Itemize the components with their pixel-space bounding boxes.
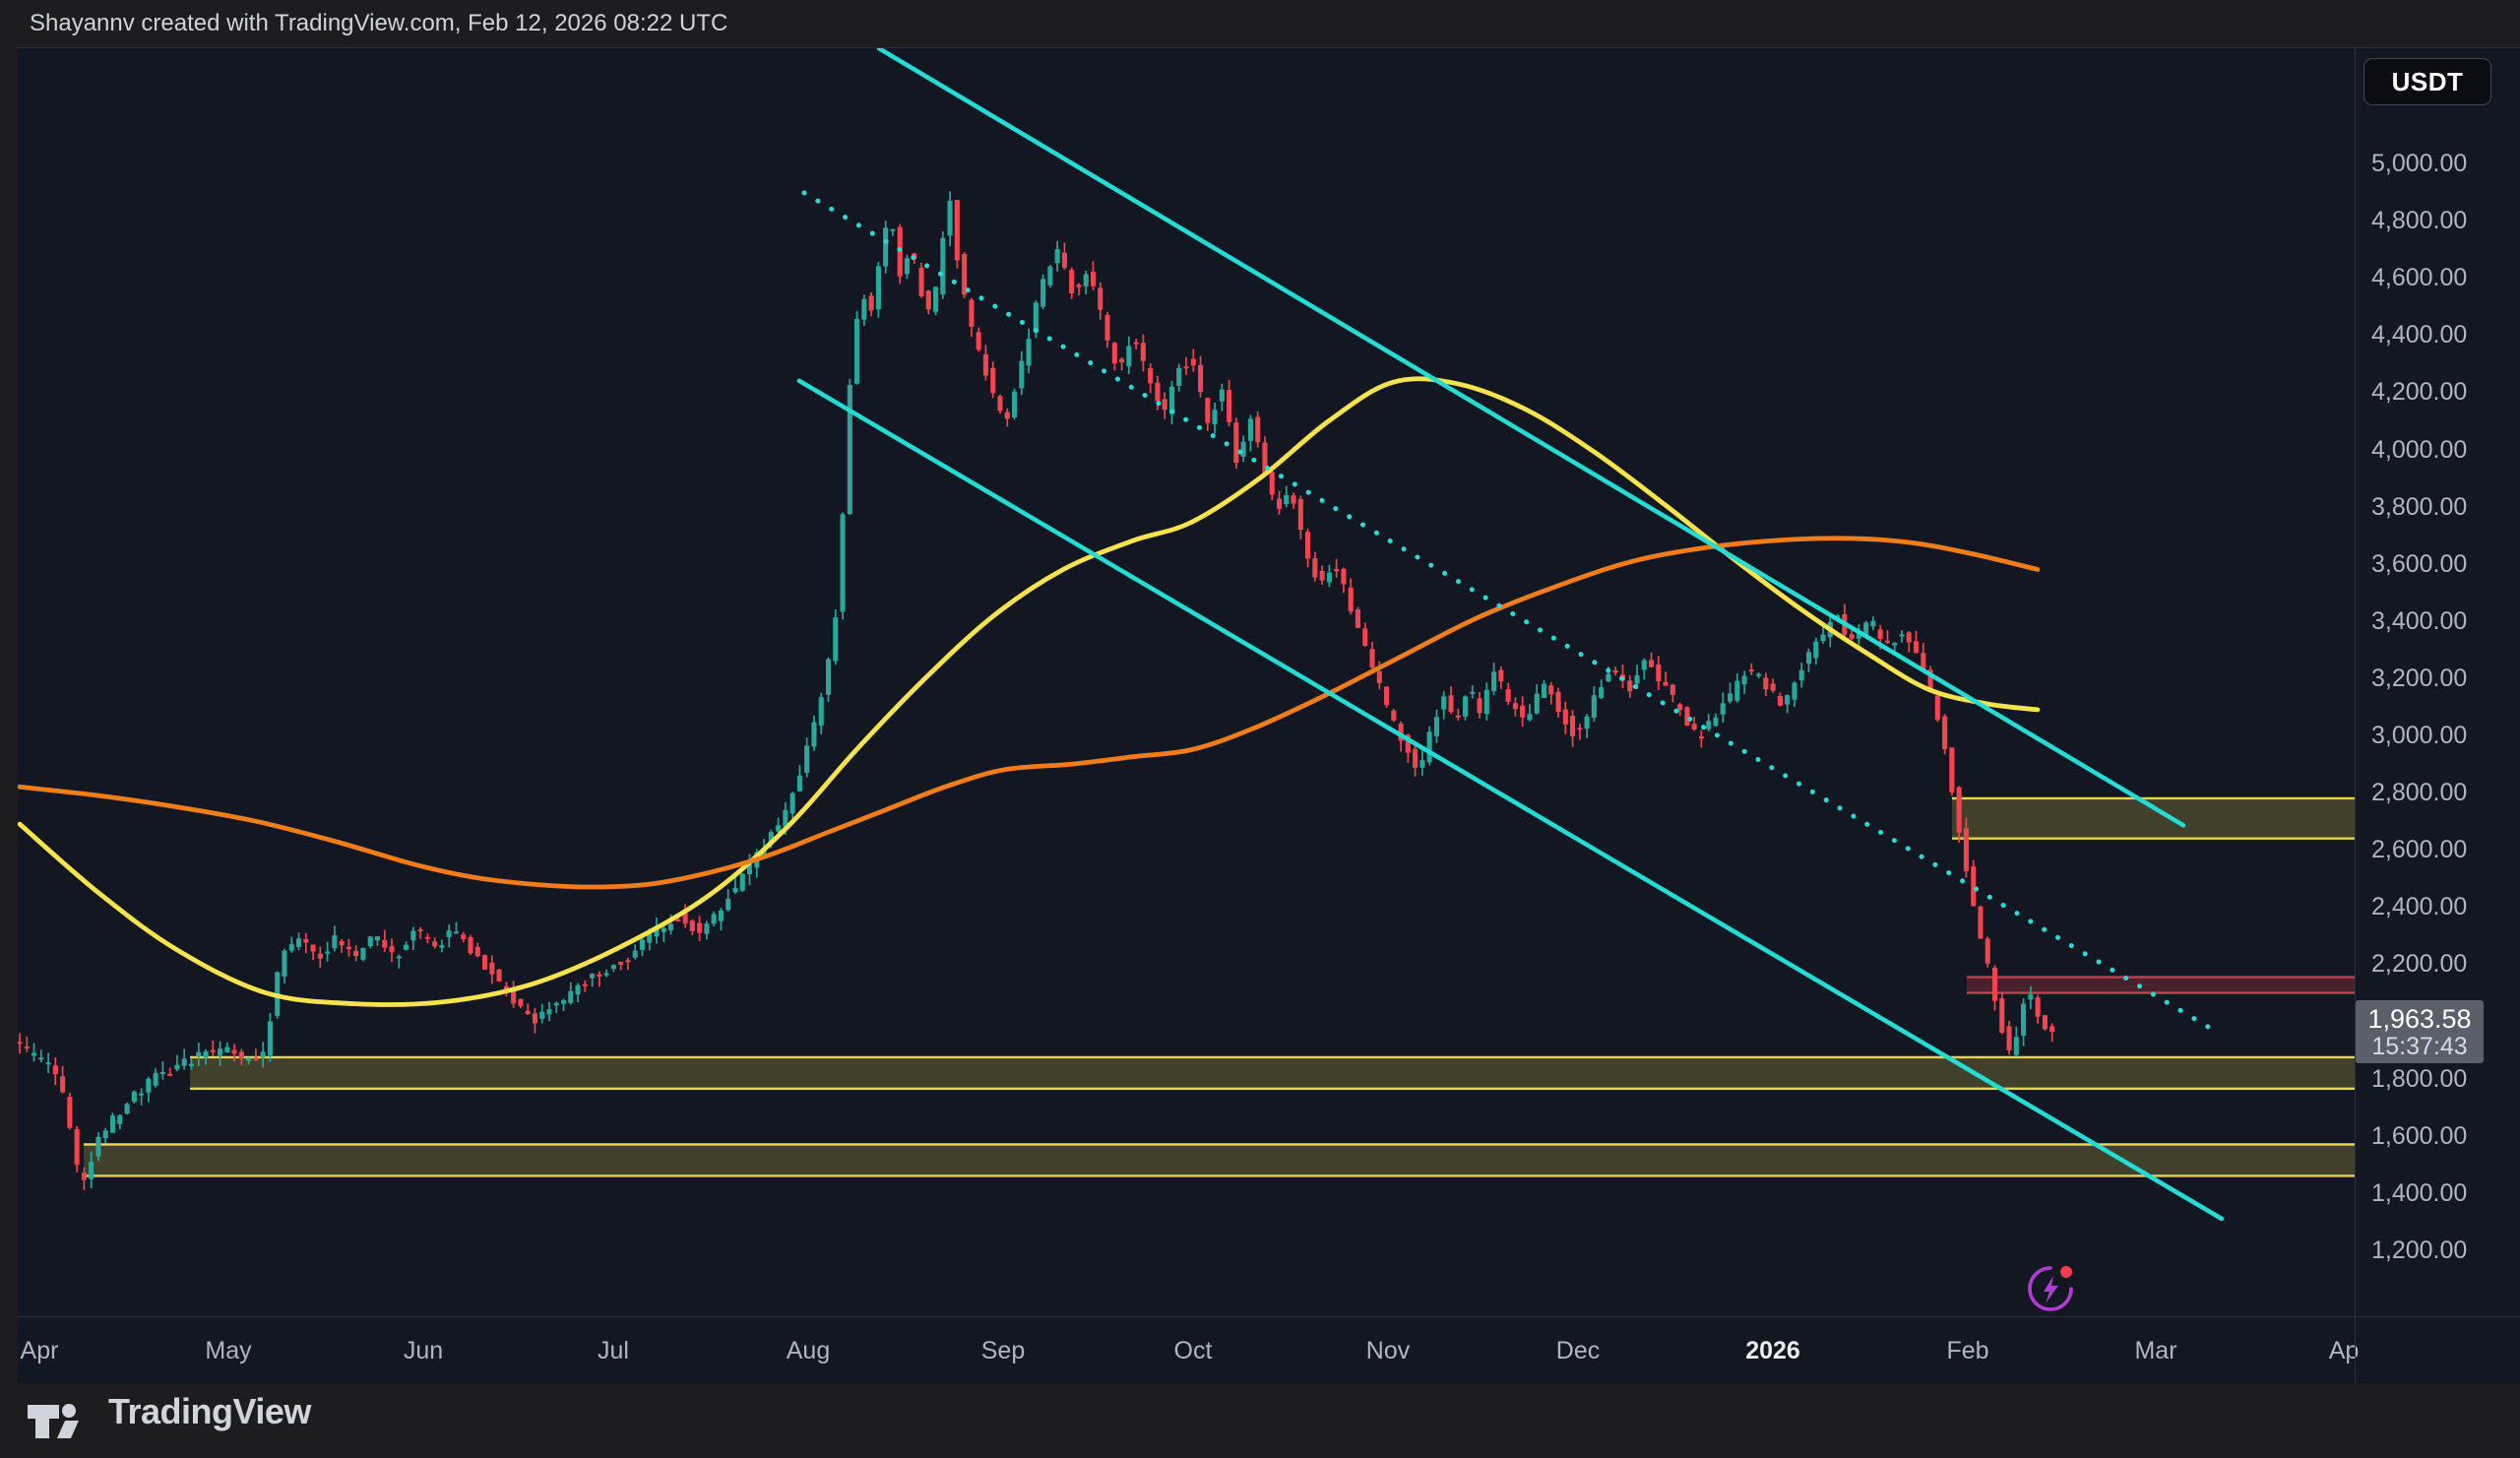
bar-countdown: 15:37:43	[2371, 1034, 2467, 1060]
month-tick-label-jul: Jul	[598, 1317, 629, 1384]
price-tick-label: 3,800.00	[2371, 493, 2467, 522]
tradingview-logo-icon[interactable]	[26, 1395, 94, 1446]
month-tick-label-may: May	[205, 1317, 251, 1384]
month-tick-label-feb: Feb	[1946, 1317, 1988, 1384]
attribution-text: Shayannv created with TradingView.com, F…	[30, 0, 727, 47]
price-tick-label: 2,800.00	[2371, 779, 2467, 807]
tradingview-chart-window: Shayannv created with TradingView.com, F…	[0, 0, 2520, 1458]
price-tick-label: 1,200.00	[2371, 1236, 2467, 1265]
down-candle-bodies	[18, 200, 2054, 1180]
month-tick-label-dec: Dec	[1556, 1317, 1600, 1384]
month-tick-label-nov: Nov	[1366, 1317, 1410, 1384]
up-candle-wicks	[34, 191, 2031, 1188]
resistance-zone-2130[interactable]	[1967, 978, 2355, 993]
month-tick-label-apr: Apr	[21, 1317, 59, 1384]
notification-dot	[2060, 1266, 2072, 1278]
down-candle-wicks	[20, 200, 2052, 1190]
price-tick-label: 2,600.00	[2371, 836, 2467, 864]
attribution-bar: Shayannv created with TradingView.com, F…	[0, 0, 2520, 47]
price-tick-label: 1,800.00	[2371, 1065, 2467, 1094]
month-tick-label-aug: Aug	[787, 1317, 830, 1384]
up-candle-bodies	[32, 201, 2033, 1179]
month-tick-label-2026: 2026	[1745, 1317, 1800, 1384]
last-price-value: 1,963.58	[2367, 1004, 2471, 1034]
boost-rocket-icon[interactable]	[2021, 1259, 2080, 1318]
channel-mid-dotted[interactable]	[804, 193, 2217, 1032]
month-tick-label-mar: Mar	[2134, 1317, 2176, 1384]
supply-zone-2700[interactable]	[1952, 798, 2355, 839]
price-tick-label: 4,000.00	[2371, 436, 2467, 465]
price-axis[interactable]: USDT 5,000.00 4,800.00 4,600.00 4,400.00 4,2…	[2355, 48, 2520, 1317]
currency-toggle-button[interactable]: USDT	[2363, 58, 2491, 105]
month-tick-label-sep: Sep	[981, 1317, 1025, 1384]
price-tick-label: 2,200.00	[2371, 950, 2467, 979]
channel-upper[interactable]	[879, 48, 2183, 825]
time-axis-corner	[2355, 1317, 2520, 1384]
price-tick-label: 3,400.00	[2371, 607, 2467, 636]
price-tick-label: 4,600.00	[2371, 264, 2467, 292]
last-price-marker: 1,963.58 15:37:43	[2356, 1000, 2484, 1063]
chart-pane[interactable]: USDT 5,000.00 4,800.00 4,600.00 4,400.00 4,2…	[18, 47, 2520, 1317]
tradingview-brand-text[interactable]: TradingView	[108, 1391, 311, 1432]
price-tick-label: 4,800.00	[2371, 207, 2467, 235]
price-tick-label: 1,400.00	[2371, 1179, 2467, 1208]
month-tick-label-jun: Jun	[404, 1317, 443, 1384]
support-zone-1515[interactable]	[84, 1145, 2355, 1176]
price-tick-label: 3,200.00	[2371, 665, 2467, 693]
price-tick-label: 1,600.00	[2371, 1122, 2467, 1151]
footer-bar: TradingView	[0, 1383, 2520, 1458]
price-tick-label: 5,000.00	[2371, 150, 2467, 178]
price-tick-label: 4,400.00	[2371, 321, 2467, 349]
lightning-bolt-icon	[2044, 1276, 2058, 1303]
time-axis[interactable]: AprMayJunJulAugSepOctNovDec2026FebMarAp	[18, 1316, 2520, 1384]
month-tick-label-oct: Oct	[1174, 1317, 1213, 1384]
candlestick-chart[interactable]	[18, 48, 2355, 1317]
price-tick-label: 3,600.00	[2371, 550, 2467, 579]
price-tick-label: 3,000.00	[2371, 722, 2467, 750]
price-tick-label: 2,400.00	[2371, 893, 2467, 921]
price-tick-label: 4,200.00	[2371, 378, 2467, 407]
support-zone-1820[interactable]	[190, 1057, 2355, 1089]
